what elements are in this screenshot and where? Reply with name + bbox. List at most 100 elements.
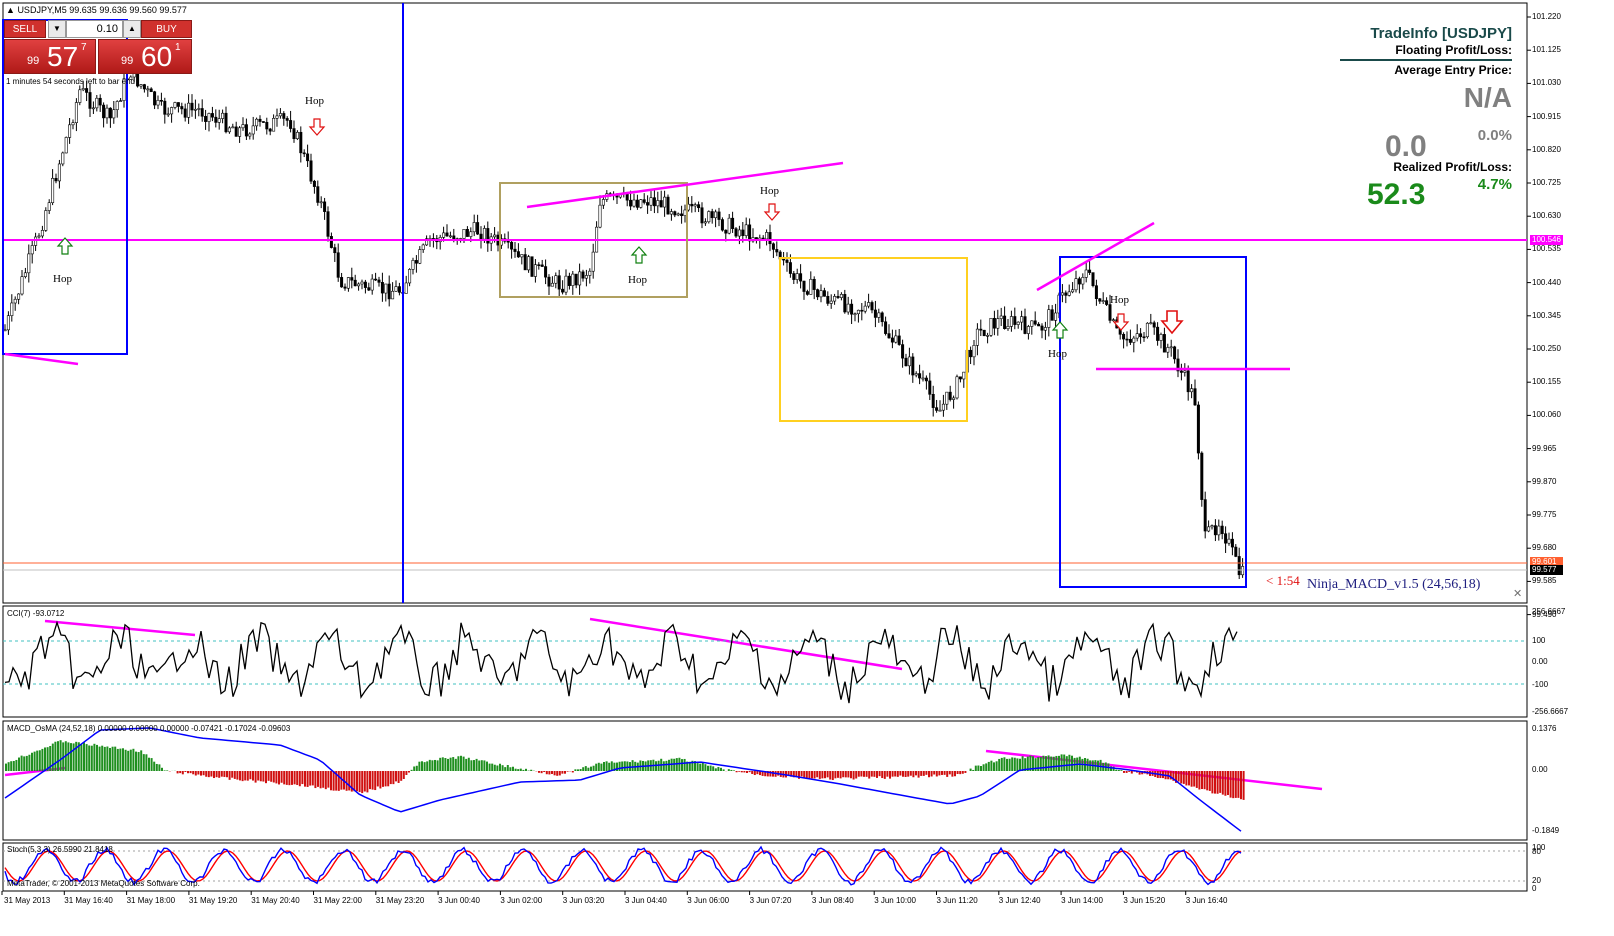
candle-body (584, 275, 588, 279)
macd-bar (311, 771, 314, 786)
macd-bar (272, 771, 275, 783)
price-tick-label: 100.630 (1532, 211, 1561, 221)
macd-bar (800, 771, 803, 777)
triangle-icon: ▲ (6, 5, 15, 15)
macd-bar (675, 758, 678, 771)
candle-body (448, 235, 452, 238)
candle-body (23, 272, 27, 277)
macd-bar (865, 771, 868, 777)
buy-button[interactable]: BUY (141, 20, 192, 38)
sell-price-prefix: 99 (27, 55, 40, 67)
candle-body (802, 280, 806, 292)
candle-body (244, 124, 248, 137)
macd-bar (751, 771, 754, 774)
avg-entry-value: N/A (1463, 82, 1512, 113)
candle-body (1217, 525, 1221, 536)
candle-body (493, 234, 497, 238)
candle-body (680, 213, 684, 216)
candle-body (564, 275, 568, 293)
macd-bar (959, 771, 962, 775)
candle-body (887, 333, 891, 339)
candle-body (601, 199, 605, 206)
price-tick-label: 101.030 (1532, 78, 1561, 88)
lot-increase-icon[interactable]: ▲ (123, 20, 141, 38)
macd-bar (280, 771, 283, 783)
candle-body (190, 102, 194, 111)
buy-price-button[interactable]: 99 60 1 (98, 39, 192, 74)
macd-bar (592, 765, 595, 771)
macd-bar (223, 771, 226, 777)
macd-bar (982, 764, 985, 771)
macd-bar (252, 771, 254, 781)
time-tick-label: 31 May 19:20 (188, 896, 238, 905)
macd-bar (891, 771, 894, 777)
macd-bar (348, 771, 351, 791)
candle-body (1020, 316, 1024, 323)
macd-bar (509, 767, 512, 771)
macd-bar (80, 744, 83, 771)
candle-body (1200, 452, 1204, 500)
macd-bar (298, 771, 301, 787)
candle-body (890, 337, 894, 343)
macd-bar (415, 765, 418, 771)
candle-body (544, 266, 548, 278)
buy-price-sup: 1 (175, 42, 181, 53)
macd-bar (322, 771, 325, 788)
macd-bar (1042, 755, 1045, 771)
macd-bar (405, 771, 408, 775)
hop-label: Hop (760, 185, 779, 197)
candle-body (1009, 316, 1013, 327)
macd-bar (995, 761, 998, 771)
candle-body (761, 237, 765, 240)
hop-label: Hop (628, 274, 647, 286)
candle-body (421, 244, 425, 250)
sell-button[interactable]: SELL (4, 20, 46, 38)
macd-bar (543, 771, 546, 773)
time-tick-label: 3 Jun 11:20 (936, 896, 978, 905)
macd-bar (493, 764, 496, 771)
macd-bar (142, 754, 145, 771)
realized-pl-label: Realized Profit/Loss: (1393, 160, 1512, 174)
macd-bar (1125, 771, 1128, 773)
macd-bar (821, 771, 824, 779)
candle-body (683, 209, 687, 216)
stoch-frame (2, 842, 1528, 892)
floating-pl-pct: 0.0% (1477, 127, 1512, 144)
candle-body (931, 394, 935, 408)
candle-body (1166, 347, 1170, 353)
candle-body (839, 294, 843, 298)
stoch-tick-label: 0 (1532, 884, 1537, 893)
candle-body (948, 391, 952, 400)
macd-bar (200, 771, 202, 776)
lot-decrease-icon[interactable]: ▼ (48, 20, 66, 38)
macd-bar (1019, 758, 1021, 771)
candle-body (941, 403, 945, 411)
price-tick-label: 100.535 (1532, 244, 1561, 254)
sell-price-button[interactable]: 99 57 7 (4, 39, 96, 74)
lot-size-input[interactable] (66, 20, 123, 38)
macd-bar (662, 761, 665, 771)
candle-body (1193, 388, 1197, 406)
macd-bar (673, 758, 676, 771)
macd-bar (582, 767, 585, 771)
candle-body (880, 312, 884, 323)
macd-bar (324, 771, 327, 790)
candle-body (690, 203, 694, 207)
candle-body (61, 152, 65, 165)
candle-body (1064, 292, 1068, 296)
macd-bar (213, 771, 215, 779)
candle-body (251, 125, 255, 135)
time-tick-label: 3 Jun 06:00 (687, 896, 730, 905)
macd-bar (306, 771, 309, 787)
macd-bar (101, 745, 104, 771)
macd-bar (103, 746, 106, 771)
macd-bar (454, 758, 457, 771)
close-icon[interactable]: ✕ (1513, 587, 1522, 600)
macd-bar (197, 771, 200, 775)
macd-bar (426, 761, 429, 771)
candle-body (785, 259, 789, 263)
price-tick-label: 99.775 (1532, 510, 1557, 519)
macd-bar (969, 768, 972, 771)
chart-canvas[interactable]: ✕ (0, 0, 1614, 936)
candle-body (533, 264, 537, 277)
